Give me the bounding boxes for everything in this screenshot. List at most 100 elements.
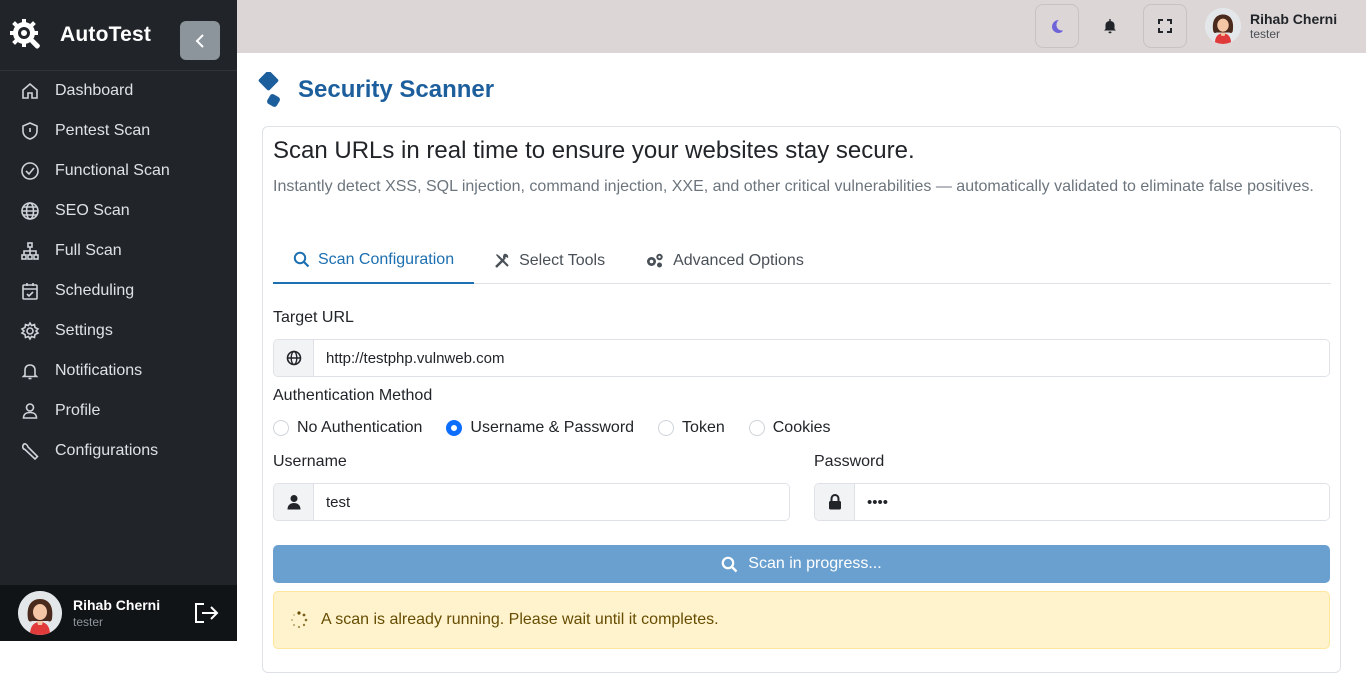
page-title: Security Scanner: [298, 76, 495, 103]
password-group: [814, 483, 1330, 521]
topbar-user-role: tester: [1250, 27, 1281, 41]
sidebar-nav: Dashboard Pentest Scan Functional Scan S…: [0, 71, 237, 471]
lock-icon: [828, 494, 841, 510]
chevron-left-icon: [195, 33, 204, 48]
sidebar-item-functional-scan[interactable]: Functional Scan: [0, 151, 237, 191]
radio-username-password[interactable]: Username & Password: [446, 419, 634, 437]
sidebar-user-name: Rihab Cherni: [73, 597, 161, 613]
bell-icon: [1104, 19, 1116, 34]
radio-button[interactable]: [748, 420, 765, 436]
shield-icon: [22, 122, 38, 140]
expand-icon: [1158, 19, 1172, 33]
tab-scan-configuration[interactable]: Scan Configuration: [273, 237, 475, 284]
sidebar-item-pentest-scan[interactable]: Pentest Scan: [0, 111, 237, 151]
brand: AutoTest: [0, 0, 237, 71]
scan-tabs: Scan Configuration Select Tools Advanced…: [273, 237, 1331, 284]
scan-button-label: Scan in progress...: [748, 555, 882, 572]
radio-no-authentication[interactable]: No Authentication: [273, 419, 422, 437]
tools-icon: [495, 253, 509, 268]
radio-cookies[interactable]: Cookies: [748, 419, 831, 437]
username-group: [273, 483, 790, 521]
scanner-logo-icon: [258, 72, 280, 107]
globe-icon: [21, 202, 39, 220]
topbar-user-name: Rihab Cherni: [1250, 11, 1338, 27]
target-url-input[interactable]: [314, 340, 1329, 376]
globe-addon: [274, 340, 314, 376]
radio-label: Token: [682, 419, 725, 436]
target-url-label: Target URL: [273, 309, 354, 326]
check-circle-icon: [21, 162, 39, 180]
sidebar-item-label: Configurations: [55, 442, 159, 459]
sidebar-item-label: Notifications: [55, 362, 143, 379]
radio-label: Username & Password: [470, 419, 635, 436]
sidebar-user-role: tester: [73, 615, 104, 629]
home-icon: [22, 82, 38, 99]
lock-addon: [815, 484, 855, 520]
card-description: Instantly detect XSS, SQL injection, com…: [273, 178, 1314, 195]
tab-label: Select Tools: [519, 251, 606, 269]
globe-icon: [286, 350, 301, 366]
gear-icon: [20, 321, 40, 341]
auth-method-label: Authentication Method: [273, 387, 433, 404]
logout-icon[interactable]: [193, 601, 219, 625]
radio-token[interactable]: Token: [658, 419, 725, 437]
sidebar-item-settings[interactable]: Settings: [0, 311, 237, 351]
tab-advanced-options[interactable]: Advanced Options: [625, 237, 824, 284]
target-url-group: [273, 339, 1330, 377]
password-input[interactable]: [855, 484, 1329, 520]
sidebar-item-full-scan[interactable]: Full Scan: [0, 231, 237, 271]
wrench-icon: [21, 443, 39, 461]
sidebar-item-notifications[interactable]: Notifications: [0, 351, 237, 391]
radio-button[interactable]: [273, 420, 289, 436]
user-addon: [274, 484, 314, 520]
sidebar-item-label: Dashboard: [55, 82, 134, 99]
card-headline: Scan URLs in real time to ensure your we…: [273, 137, 915, 164]
dark-mode-toggle-button[interactable]: [1035, 4, 1079, 48]
username-label: Username: [273, 453, 347, 470]
fullscreen-button[interactable]: [1143, 4, 1187, 48]
radio-button[interactable]: [658, 420, 675, 436]
gears-icon: [647, 253, 663, 268]
search-icon: [721, 556, 738, 572]
tab-select-tools[interactable]: Select Tools: [474, 237, 625, 284]
female-avatar-icon: [18, 591, 62, 635]
sidebar-item-label: Profile: [55, 402, 101, 419]
bell-icon: [21, 364, 39, 380]
sidebar-user-panel: Rihab Cherni tester: [0, 585, 237, 641]
tab-label: Scan Configuration: [318, 250, 455, 268]
scan-card: Scan URLs in real time to ensure your we…: [262, 126, 1341, 673]
radio-label: No Authentication: [297, 419, 423, 436]
sidebar-item-configurations[interactable]: Configurations: [0, 431, 237, 471]
sidebar: AutoTest Dashboard Pentest Scan Function…: [0, 0, 237, 641]
brand-name: AutoTest: [60, 23, 152, 46]
password-label: Password: [814, 453, 885, 470]
scan-running-alert: A scan is already running. Please wait u…: [273, 591, 1330, 649]
moon-icon: [1052, 20, 1063, 33]
search-icon: [293, 251, 310, 268]
avatar: [18, 591, 62, 635]
radio-label: Cookies: [772, 419, 831, 436]
collapse-sidebar-button[interactable]: [180, 21, 220, 60]
sidebar-item-seo-scan[interactable]: SEO Scan: [0, 191, 237, 231]
page-header: Security Scanner: [258, 72, 494, 108]
username-input[interactable]: [314, 484, 789, 520]
sidebar-item-label: Functional Scan: [55, 162, 170, 179]
sitemap-icon: [21, 242, 39, 260]
avatar: [1205, 8, 1241, 44]
alert-text: A scan is already running. Please wait u…: [321, 611, 719, 628]
notifications-button[interactable]: [1088, 4, 1132, 48]
topbar-user-menu[interactable]: Rihab Cherni tester: [1205, 8, 1337, 44]
radio-button[interactable]: [446, 420, 463, 436]
spinner-icon: [291, 611, 308, 629]
sidebar-item-label: Settings: [55, 322, 113, 339]
user-icon: [22, 403, 38, 419]
sidebar-item-scheduling[interactable]: Scheduling: [0, 271, 237, 311]
topbar: Rihab Cherni tester: [237, 0, 1366, 53]
scan-button[interactable]: Scan in progress...: [273, 545, 1330, 583]
sidebar-item-dashboard[interactable]: Dashboard: [0, 71, 237, 111]
gear-bug-logo-icon: [10, 19, 40, 49]
sidebar-item-profile[interactable]: Profile: [0, 391, 237, 431]
calendar-check-icon: [22, 283, 38, 300]
sidebar-item-label: SEO Scan: [55, 202, 130, 219]
user-icon: [287, 495, 300, 510]
